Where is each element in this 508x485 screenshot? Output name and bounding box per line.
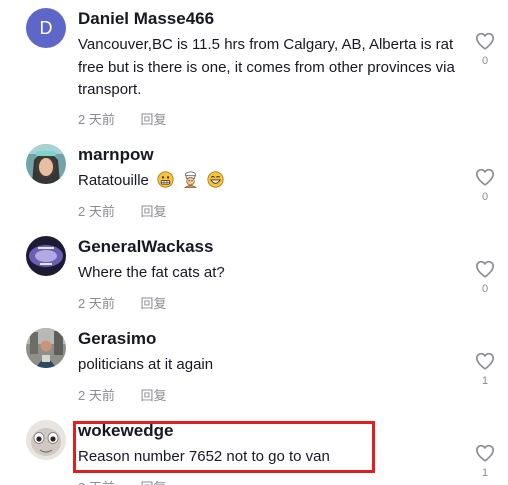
like-button[interactable]: 0	[473, 32, 497, 67]
reply-button[interactable]: 回复	[140, 201, 166, 220]
grimacing-face-emoji	[157, 171, 174, 196]
profile-photo-man	[26, 328, 66, 368]
like-count: 0	[481, 283, 489, 295]
profile-photo-purple	[26, 236, 66, 276]
reply-button[interactable]: 回复	[140, 293, 166, 312]
comment-timestamp: 2 天前	[78, 112, 115, 127]
username[interactable]: marnpow	[78, 144, 154, 166]
profile-photo-woman	[26, 144, 66, 184]
comment-text: Vancouver,BC is 11.5 hrs from Calgary, A…	[78, 36, 455, 98]
comment-text-content: Ratatouille	[78, 172, 149, 189]
like-count: 1	[481, 467, 489, 479]
like-button[interactable]: 0	[473, 260, 497, 295]
comment-timestamp: 2 天前	[78, 388, 115, 403]
comment-timestamp: 2 天前	[78, 296, 115, 311]
heart-icon	[476, 352, 494, 370]
comment-meta: 2 天前 回复	[78, 477, 166, 485]
comment-text: Where the fat cats at?	[78, 264, 225, 281]
avatar[interactable]: D	[26, 8, 66, 48]
like-count: 0	[481, 191, 489, 203]
comment-meta: 2 天前 回复	[78, 109, 166, 128]
comment-meta: 2 天前 回复	[78, 385, 166, 404]
username[interactable]: GeneralWackass	[78, 236, 213, 258]
avatar[interactable]	[26, 236, 66, 276]
like-button[interactable]: 0	[473, 168, 497, 203]
like-button[interactable]: 1	[473, 352, 497, 387]
highlight-box	[73, 421, 375, 473]
cook-emoji	[182, 171, 199, 196]
heart-icon	[476, 444, 494, 462]
profile-photo-creature	[26, 420, 66, 460]
grinning-face-emoji	[207, 171, 224, 196]
username[interactable]: Gerasimo	[78, 328, 156, 350]
comment-timestamp: 2 天前	[78, 204, 115, 219]
comment-list: D Daniel Masse466 Vancouver,BC is 11.5 h…	[0, 0, 508, 485]
reply-button[interactable]: 回复	[140, 477, 166, 485]
avatar[interactable]	[26, 328, 66, 368]
reply-button[interactable]: 回复	[140, 109, 166, 128]
comment-text: politicians at it again	[78, 356, 214, 373]
comment-meta: 2 天前 回复	[78, 293, 166, 312]
reply-button[interactable]: 回复	[140, 385, 166, 404]
heart-icon	[476, 260, 494, 278]
username[interactable]: Daniel Masse466	[78, 8, 214, 30]
comment-meta: 2 天前 回复	[78, 201, 166, 220]
heart-icon	[476, 168, 494, 186]
comment-timestamp: 2 天前	[78, 477, 115, 485]
like-count: 0	[481, 55, 489, 67]
like-count: 1	[481, 375, 489, 387]
avatar[interactable]	[26, 420, 66, 460]
heart-icon	[476, 32, 494, 50]
comment-text: Ratatouille	[78, 170, 458, 196]
avatar[interactable]	[26, 144, 66, 184]
like-button[interactable]: 1	[473, 444, 497, 479]
